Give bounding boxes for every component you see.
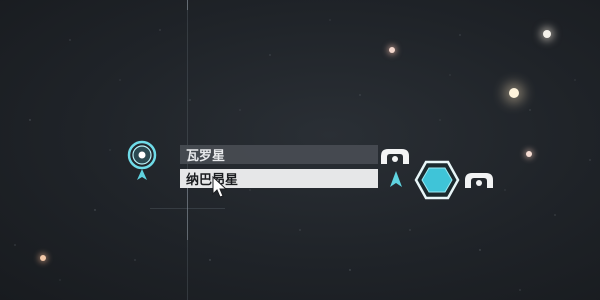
mouse-cursor-icon [212, 176, 228, 198]
crosshair-vertical-lower [187, 185, 188, 240]
star[interactable] [40, 255, 46, 261]
ship-class-icon [381, 149, 409, 164]
player-ship-arrow-icon [390, 171, 402, 187]
star[interactable] [389, 47, 395, 53]
system-name: 瓦罗星 [186, 149, 226, 164]
hexagon-faction-icon[interactable] [414, 160, 460, 200]
ship-class-icon [465, 173, 493, 188]
system-list: 瓦罗星 纳巴昂星 [180, 145, 378, 193]
star-map[interactable]: 瓦罗星 纳巴昂星 [0, 0, 600, 300]
system-list-item-selected[interactable]: 纳巴昂星 [180, 169, 378, 188]
current-location-marker-icon[interactable] [124, 140, 160, 186]
star[interactable] [509, 88, 519, 98]
star[interactable] [543, 30, 551, 38]
crosshair-top-tick [187, 0, 188, 10]
star[interactable] [526, 151, 532, 157]
system-list-item[interactable]: 瓦罗星 [180, 145, 378, 164]
